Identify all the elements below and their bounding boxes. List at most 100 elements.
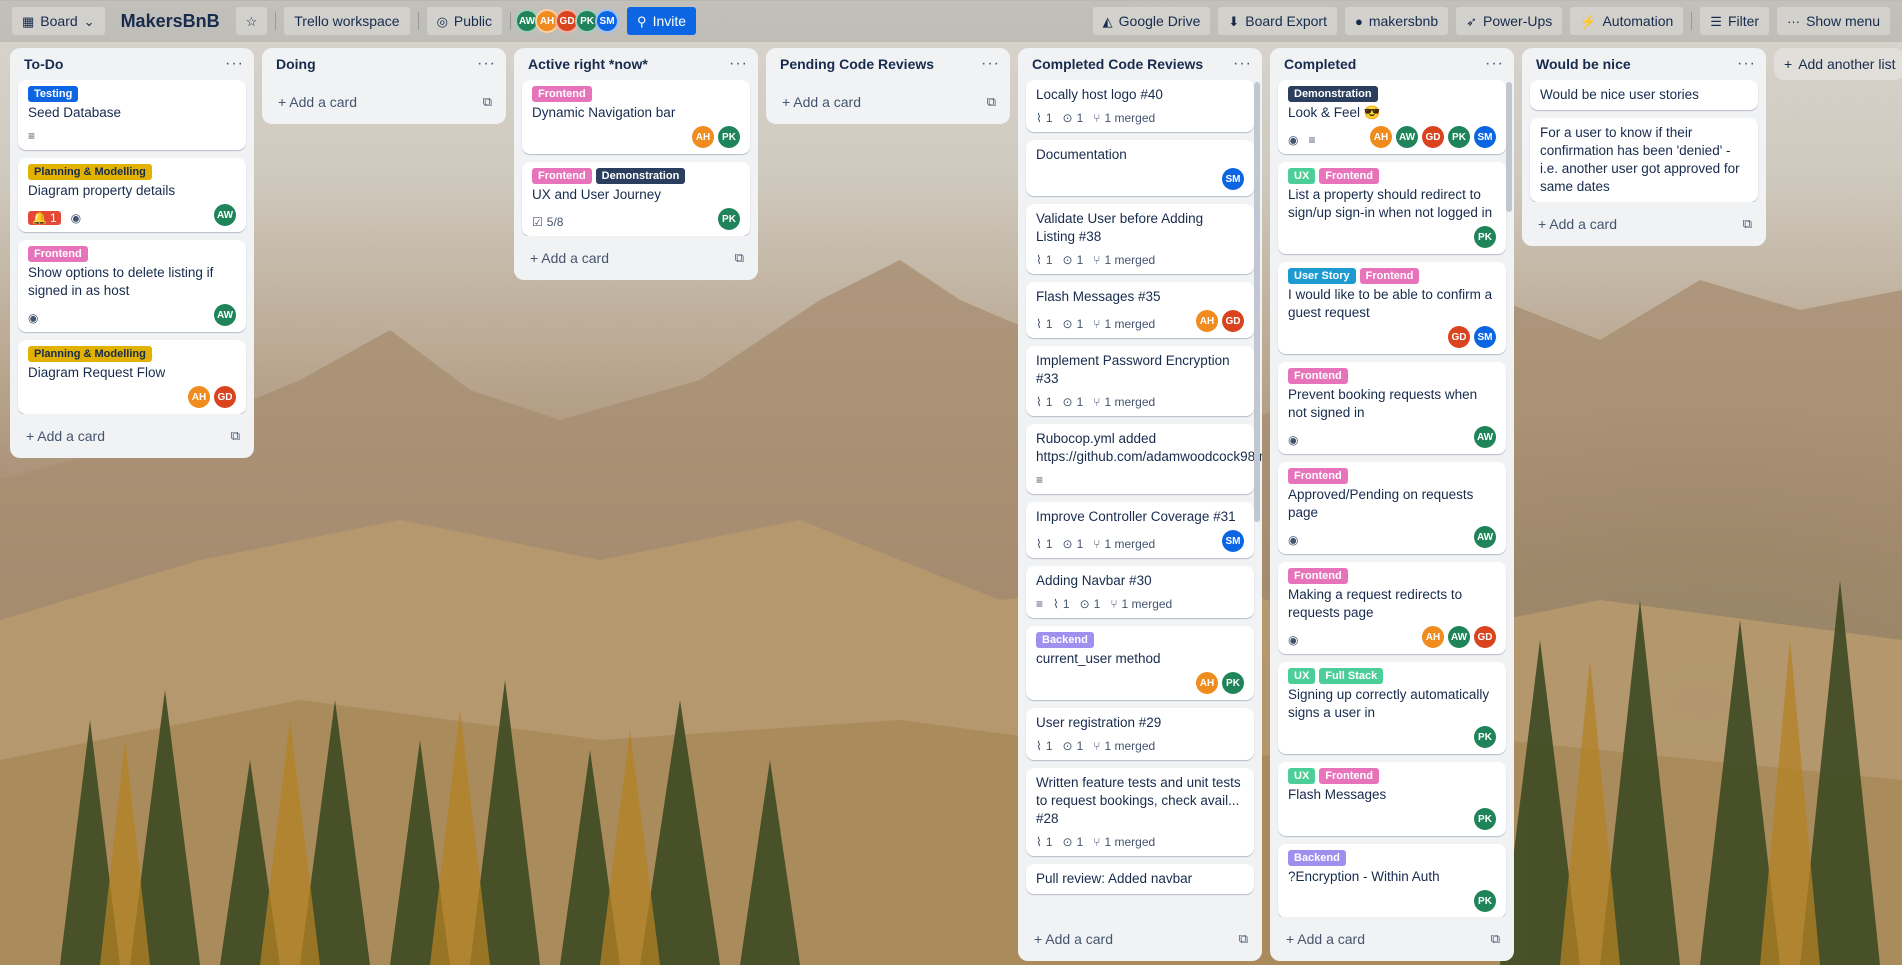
avatar[interactable]: GD xyxy=(214,386,236,408)
label-frontend[interactable]: Frontend xyxy=(1319,768,1379,784)
avatar[interactable]: AH xyxy=(1422,626,1444,648)
list-title[interactable]: Would be nice xyxy=(1536,56,1631,72)
label-ux[interactable]: UX xyxy=(1288,668,1316,684)
add-card-button[interactable]: + Add a card ⧉ xyxy=(1018,923,1262,955)
avatar[interactable]: GD xyxy=(1448,326,1470,348)
card[interactable]: Pull review: Added navbar xyxy=(1026,864,1254,894)
list-title[interactable]: To-Do xyxy=(24,56,63,72)
card[interactable]: Rubocop.yml added https://github.com/ada… xyxy=(1026,424,1262,494)
label-frontend[interactable]: Frontend xyxy=(1359,268,1420,284)
avatar[interactable]: GD xyxy=(1422,126,1444,148)
label-frontend[interactable]: Frontend xyxy=(532,168,592,184)
list-title[interactable]: Pending Code Reviews xyxy=(780,56,934,72)
avatar[interactable]: GD xyxy=(1474,626,1496,648)
label-full-stack[interactable]: Full Stack xyxy=(1319,668,1384,684)
template-icon[interactable]: ⧉ xyxy=(483,94,492,110)
card[interactable]: UX Frontend List a property should redirec… xyxy=(1278,162,1506,254)
label-planning-modelling[interactable]: Planning & Modelling xyxy=(28,346,152,362)
card[interactable]: Written feature tests and unit tests to … xyxy=(1026,768,1254,856)
avatar[interactable]: GD xyxy=(1222,310,1244,332)
avatar[interactable]: AH xyxy=(1196,672,1218,694)
filter-button[interactable]: ☰ Filter xyxy=(1700,7,1770,35)
avatar[interactable]: PK xyxy=(1222,672,1244,694)
card[interactable]: Frontend Approved/Pending on requests pag… xyxy=(1278,462,1506,554)
power-ups-button[interactable]: ➶ Power-Ups xyxy=(1456,7,1563,35)
board-view-switcher[interactable]: ▦ Board ⌄ xyxy=(12,7,105,35)
list-menu-icon[interactable]: ··· xyxy=(1485,55,1504,73)
avatar[interactable]: SM xyxy=(1222,530,1244,552)
list-menu-icon[interactable]: ··· xyxy=(981,55,1000,73)
add-card-button[interactable]: + Add a card ⧉ xyxy=(1522,208,1766,240)
avatar[interactable]: AW xyxy=(1448,626,1470,648)
list-title[interactable]: Completed Code Reviews xyxy=(1032,56,1203,72)
card[interactable]: For a user to know if their confirmation… xyxy=(1530,118,1758,202)
label-ux[interactable]: UX xyxy=(1288,168,1316,184)
avatar[interactable]: AW xyxy=(214,204,236,226)
avatar[interactable]: PK xyxy=(1448,126,1470,148)
board-title[interactable]: MakersBnB xyxy=(113,11,228,32)
label-demonstration[interactable]: Demonstration xyxy=(595,168,686,184)
visibility-button[interactable]: ◎ Public xyxy=(426,7,503,35)
avatar[interactable]: PK xyxy=(718,126,740,148)
card[interactable]: Planning & Modelling Diagram property det… xyxy=(18,158,246,232)
card[interactable]: Adding Navbar #30 ≡ ⌇ 1 ⊙ 1 ⑂ 1 merged xyxy=(1026,566,1254,618)
avatar[interactable]: AH xyxy=(188,386,210,408)
card[interactable]: Improve Controller Coverage #31 ⌇ 1 ⊙ 1 ⑂ 1 me… xyxy=(1026,502,1254,558)
avatar[interactable]: SM xyxy=(595,9,620,33)
template-icon[interactable]: ⧉ xyxy=(987,94,996,110)
google-drive-button[interactable]: ◭ Google Drive xyxy=(1092,7,1211,35)
card[interactable]: Frontend Demonstration UX and User Journey… xyxy=(522,162,750,236)
card[interactable]: Documentation SM xyxy=(1026,140,1254,196)
template-icon[interactable]: ⧉ xyxy=(735,250,744,266)
board-export-button[interactable]: ⬇ Board Export xyxy=(1218,7,1337,35)
label-testing[interactable]: Testing xyxy=(28,86,79,102)
card[interactable]: User registration #29 ⌇ 1 ⊙ 1 ⑂ 1 merged xyxy=(1026,708,1254,760)
template-icon[interactable]: ⧉ xyxy=(1239,931,1248,947)
avatar[interactable]: AW xyxy=(1474,526,1496,548)
template-icon[interactable]: ⧉ xyxy=(231,428,240,444)
avatar[interactable]: SM xyxy=(1474,126,1496,148)
avatar[interactable]: AW xyxy=(1474,426,1496,448)
card[interactable]: Frontend Dynamic Navigation bar AH PK xyxy=(522,80,750,154)
avatar[interactable]: SM xyxy=(1474,326,1496,348)
avatar[interactable]: PK xyxy=(1474,726,1496,748)
label-ux[interactable]: UX xyxy=(1288,768,1316,784)
card[interactable]: Backend ?Encryption - Within Auth PK xyxy=(1278,844,1506,917)
card[interactable]: Planning & Modelling Diagram Request Flow… xyxy=(18,340,246,414)
avatar[interactable]: AH xyxy=(692,126,714,148)
label-frontend[interactable]: Frontend xyxy=(1288,568,1348,584)
avatar[interactable]: PK xyxy=(1474,226,1496,248)
avatar[interactable]: SM xyxy=(1222,168,1244,190)
workspace-button[interactable]: Trello workspace xyxy=(284,7,410,35)
card[interactable]: Demonstration Look & Feel 😎 ◉ ≡ AH AW GD PK SM xyxy=(1278,80,1506,154)
list-title[interactable]: Doing xyxy=(276,56,316,72)
automation-button[interactable]: ⚡ Automation xyxy=(1570,7,1684,35)
add-card-button[interactable]: + Add a card ⧉ xyxy=(514,242,758,274)
card[interactable]: Frontend Prevent booking requests when no… xyxy=(1278,362,1506,454)
avatar[interactable]: AH xyxy=(1196,310,1218,332)
list-menu-icon[interactable]: ··· xyxy=(729,55,748,73)
label-user-story[interactable]: User Story xyxy=(1288,268,1356,284)
label-frontend[interactable]: Frontend xyxy=(532,86,592,102)
card[interactable]: Locally host logo #40 ⌇ 1 ⊙ 1 ⑂ 1 merged xyxy=(1026,80,1254,132)
card[interactable]: UX Full Stack Signing up correctly automat… xyxy=(1278,662,1506,754)
card[interactable]: Validate User before Adding Listing #38 ⌇… xyxy=(1026,204,1254,274)
label-demonstration[interactable]: Demonstration xyxy=(1288,86,1378,102)
invite-button[interactable]: ⚲ Invite xyxy=(627,7,697,35)
card[interactable]: Flash Messages #35 ⌇ 1 ⊙ 1 ⑂ 1 merged AH GD xyxy=(1026,282,1254,338)
list-menu-icon[interactable]: ··· xyxy=(225,55,244,73)
avatar[interactable]: AH xyxy=(1370,126,1392,148)
scrollbar[interactable] xyxy=(1506,82,1512,212)
add-card-button[interactable]: + Add a card ⧉ xyxy=(262,86,506,118)
add-card-button[interactable]: + Add a card ⧉ xyxy=(10,420,254,452)
avatar[interactable]: PK xyxy=(1474,890,1496,912)
avatar[interactable]: AW xyxy=(1396,126,1418,148)
card[interactable]: Implement Password Encryption #33 ⌇ 1 ⊙ 1 ⑂ 1 … xyxy=(1026,346,1254,416)
add-card-button[interactable]: + Add a card ⧉ xyxy=(1270,923,1514,955)
card[interactable]: User Story Frontend I would like to be abl… xyxy=(1278,262,1506,354)
template-icon[interactable]: ⧉ xyxy=(1491,931,1500,947)
github-button[interactable]: ● makersbnb xyxy=(1344,7,1449,35)
avatar[interactable]: PK xyxy=(1474,808,1496,830)
list-title[interactable]: Completed xyxy=(1284,56,1356,72)
template-icon[interactable]: ⧉ xyxy=(1743,216,1752,232)
